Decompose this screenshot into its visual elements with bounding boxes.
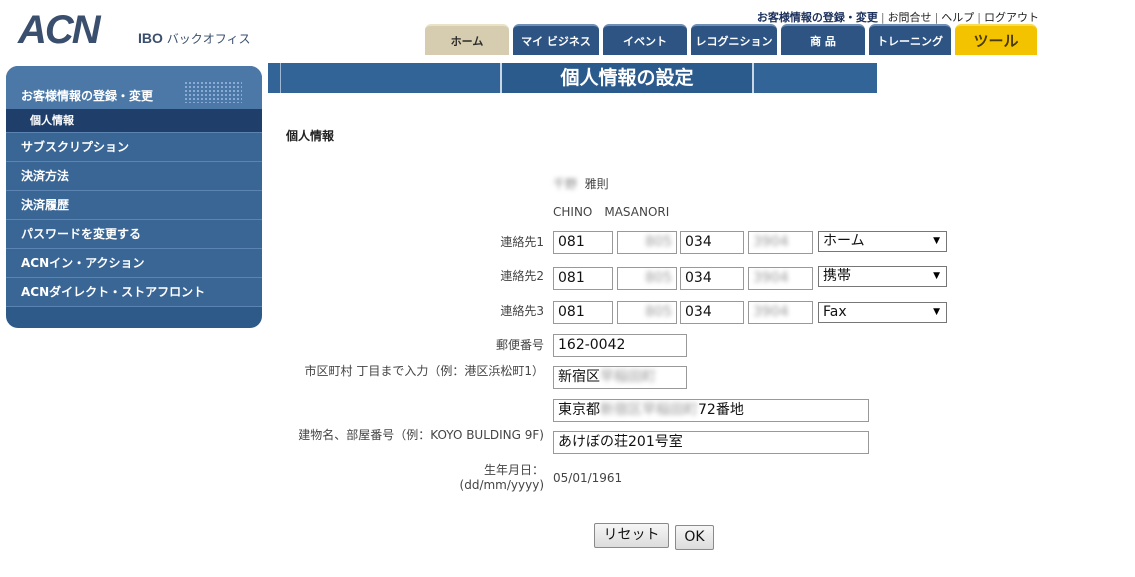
logo-backoffice: バックオフィス <box>166 32 251 46</box>
contact3-part3[interactable]: 034 <box>680 301 744 324</box>
contact2-part4-value: 3904 <box>753 270 789 286</box>
postal-code-field[interactable]: 162-0042 <box>553 334 687 357</box>
tab-recognition[interactable]: レコグニション <box>691 24 777 55</box>
reset-button[interactable]: リセット <box>594 523 669 548</box>
tab-event[interactable]: イベント <box>603 24 687 55</box>
name-romaji: CHINO MASANORI <box>553 205 670 219</box>
header-divider <box>280 63 281 93</box>
address-suffix: 72番地 <box>698 402 744 418</box>
address-hidden: 新宿区早稲田町 <box>600 402 698 418</box>
section-title: 個人情報 <box>286 129 335 143</box>
contact3-type-select[interactable]: Fax ▼ <box>818 302 947 323</box>
contact1-part4[interactable]: 3904 <box>748 231 813 254</box>
dots-pattern <box>184 81 242 103</box>
link-logout[interactable]: ログアウト <box>984 11 1039 24</box>
contact3-part2[interactable]: 805 <box>617 301 677 324</box>
contact2-label: 連絡先2 <box>500 269 544 283</box>
sidebar-header[interactable]: お客様情報の登録・変更 <box>6 66 262 109</box>
building-field[interactable]: あけぼの荘201号室 <box>553 431 869 454</box>
tab-training[interactable]: トレーニング <box>869 24 951 55</box>
ok-button[interactable]: OK <box>675 525 714 550</box>
dob-label: 生年月日：(dd/mm/yyyy) <box>459 463 544 492</box>
dob-value: 05/01/1961 <box>553 471 623 485</box>
link-account-info[interactable]: お客様情報の登録・変更 <box>757 11 878 24</box>
contact1-part4-value: 3904 <box>753 234 789 250</box>
city-label: 市区町村 丁目まで入力（例：港区浜松町1） <box>304 364 544 378</box>
contact1-part2[interactable]: 805 <box>617 231 677 254</box>
name-kanji-first: 雅則 <box>584 177 609 191</box>
acn-logo-text: ACN <box>18 8 101 52</box>
contact1-part3[interactable]: 034 <box>680 231 744 254</box>
tab-home[interactable]: ホーム <box>425 24 509 55</box>
contact3-label: 連絡先3 <box>500 304 544 318</box>
sidebar: お客様情報の登録・変更 個人情報 サブスクリプション 決済方法 決済履歴 パスワ… <box>6 66 262 328</box>
postal-label: 郵便番号 <box>495 338 544 352</box>
contact1-label: 連絡先1 <box>500 235 544 249</box>
contact3-part2-value: 805 <box>645 304 672 320</box>
top-links: お客様情報の登録・変更 | お問合せ | ヘルプ | ログアウト <box>756 11 1039 24</box>
address-prefix: 東京都 <box>558 402 600 418</box>
page-title: 個人情報の設定 <box>500 63 754 93</box>
tab-products[interactable]: 商 品 <box>781 24 865 55</box>
city-prefix: 新宿区 <box>558 369 600 385</box>
contact1-type-select[interactable]: ホーム ▼ <box>818 231 947 252</box>
name-kanji-last: 千野 <box>553 177 578 191</box>
sidebar-item-subscription[interactable]: サブスクリプション <box>6 133 262 162</box>
tab-tools[interactable]: ツール <box>955 24 1037 55</box>
contact2-part3[interactable]: 034 <box>680 267 744 290</box>
sidebar-item-acn-direct-storefront[interactable]: ACNダイレクト・ストアフロント <box>6 278 262 307</box>
contact2-part2-value: 805 <box>645 270 672 286</box>
link-contact[interactable]: お問合せ <box>888 11 932 24</box>
sidebar-item-acn-in-action[interactable]: ACNイン・アクション <box>6 249 262 278</box>
sidebar-item-payment-method[interactable]: 決済方法 <box>6 162 262 191</box>
tab-my-business[interactable]: マイ ビジネス <box>513 24 599 55</box>
name-kanji: 千野 雅則 <box>553 175 609 192</box>
contact1-part2-value: 805 <box>645 234 672 250</box>
chevron-down-icon: ▼ <box>933 307 940 317</box>
city-field[interactable]: 新宿区早稲田町 <box>553 366 687 389</box>
chevron-down-icon: ▼ <box>933 271 940 281</box>
contact1-part1[interactable]: 081 <box>553 231 613 254</box>
contact2-part1[interactable]: 081 <box>553 267 613 290</box>
sidebar-item-change-password[interactable]: パスワードを変更する <box>6 220 262 249</box>
contact3-part4-value: 3904 <box>753 304 789 320</box>
sidebar-item-payment-history[interactable]: 決済履歴 <box>6 191 262 220</box>
contact3-type-value: Fax <box>823 304 847 320</box>
contact1-type-value: ホーム <box>823 233 865 249</box>
chevron-down-icon: ▼ <box>933 236 940 246</box>
contact2-part4[interactable]: 3904 <box>748 267 813 290</box>
logo-ibo: IBO <box>138 30 163 46</box>
city-hidden: 早稲田町 <box>600 369 656 385</box>
contact2-part2[interactable]: 805 <box>617 267 677 290</box>
contact2-type-value: 携帯 <box>823 268 851 284</box>
contact3-part1[interactable]: 081 <box>553 301 613 324</box>
contact3-part4[interactable]: 3904 <box>748 301 813 324</box>
link-help[interactable]: ヘルプ <box>941 11 974 24</box>
sidebar-item-personal-info[interactable]: 個人情報 <box>6 109 262 133</box>
contact2-type-select[interactable]: 携帯 ▼ <box>818 266 947 287</box>
building-label: 建物名、部屋番号（例：KOYO BULDING 9F) <box>298 428 544 442</box>
address-field[interactable]: 東京都新宿区早稲田町72番地 <box>553 399 869 422</box>
page-header-bar: 個人情報の設定 <box>268 63 877 93</box>
sidebar-header-label: お客様情報の登録・変更 <box>21 89 154 103</box>
logo-subtitle: IBO バックオフィス <box>138 30 250 47</box>
